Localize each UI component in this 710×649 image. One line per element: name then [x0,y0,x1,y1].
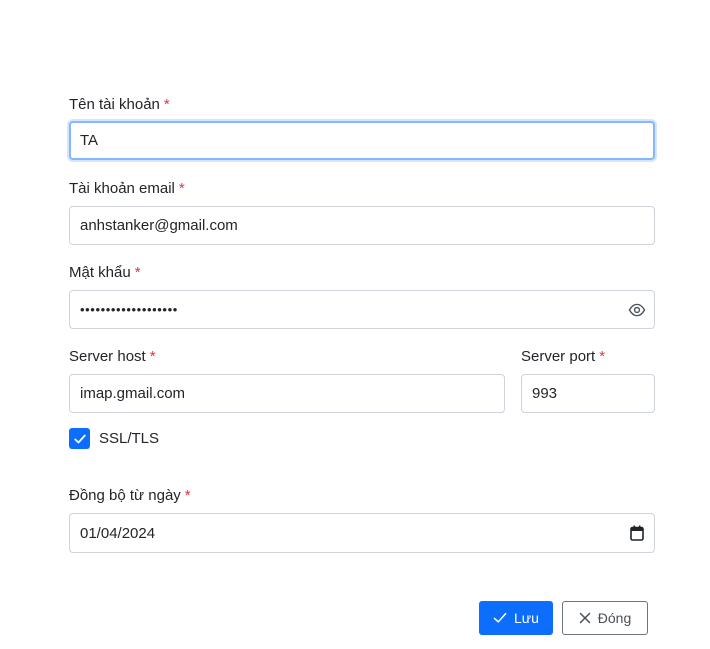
ssl-label[interactable]: SSL/TLS [99,430,159,448]
email-label-text: Tài khoản email [69,180,175,197]
check-icon [493,612,507,623]
sync-date-value: 01/04/2024 [80,524,156,542]
close-button-label: Đóng [597,610,632,626]
server-host-input[interactable]: imap.gmail.com [69,374,505,413]
save-button[interactable]: Lưu [479,601,553,635]
required-marker: * [134,264,141,281]
close-icon [579,612,591,624]
required-marker: * [184,487,191,504]
sync-date-label: Đồng bộ từ ngày * [69,487,191,505]
sync-date-input[interactable]: 01/04/2024 [69,513,655,553]
password-value: ••••••••••••••••••• [80,302,178,317]
password-label: Mật khẩu * [69,264,141,282]
server-port-value: 993 [532,385,558,402]
server-host-label: Server host * [69,348,156,366]
ssl-checkbox[interactable] [69,428,90,449]
server-host-label-text: Server host [69,348,146,365]
account-name-label-text: Tên tài khoản [69,96,160,113]
account-name-value: TA [80,132,99,149]
server-port-label-text: Server port [521,348,596,365]
save-button-label: Lưu [514,610,539,626]
server-port-input[interactable]: 993 [521,374,655,413]
required-marker: * [149,348,156,365]
required-marker: * [599,348,606,365]
sync-date-label-text: Đồng bộ từ ngày [69,487,181,504]
server-port-label: Server port * [521,348,605,366]
password-label-text: Mật khẩu [69,264,131,281]
password-input[interactable]: ••••••••••••••••••• [69,290,655,329]
email-label: Tài khoản email * [69,180,185,198]
close-button[interactable]: Đóng [562,601,648,635]
eye-icon[interactable] [628,301,646,319]
account-name-input[interactable]: TA [69,121,655,160]
email-value: anhstanker@gmail.com [80,217,238,234]
required-marker: * [178,180,185,197]
check-icon [73,434,86,443]
email-account-form: Tên tài khoản * TA Tài khoản email * anhst… [0,0,710,649]
email-input[interactable]: anhstanker@gmail.com [69,206,655,245]
server-host-value: imap.gmail.com [80,385,186,402]
calendar-icon[interactable] [630,525,644,541]
required-marker: * [163,96,170,113]
account-name-label: Tên tài khoản * [69,96,170,114]
